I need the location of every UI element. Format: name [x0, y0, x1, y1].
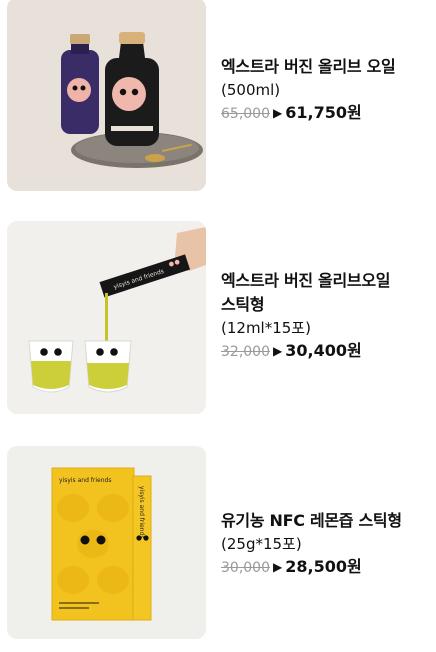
product-name-line-1[interactable]: 엑스트라 버진 올리브오일 — [221, 269, 431, 293]
product-name[interactable]: 유기농 NFC 레몬즙 스틱형 — [221, 509, 431, 533]
sale-price: 61,750원 — [285, 103, 362, 122]
stick-brand-label: yisyis and friends — [138, 486, 145, 538]
product-image-lemon-juice-box[interactable]: yisyis and friends yisyis and friends — [7, 446, 206, 639]
price-row: 65,000 ▶ 61,750원 — [221, 101, 431, 126]
original-price: 32,000 — [221, 344, 270, 360]
product-name[interactable]: 엑스트라 버진 올리브 오일 — [221, 55, 431, 79]
sale-price: 28,500원 — [285, 557, 362, 576]
product-spec: (12ml*15포) — [221, 319, 311, 337]
product-name-line-2[interactable]: 스틱형 — [221, 293, 431, 317]
sale-price: 30,400원 — [285, 341, 362, 360]
original-price: 30,000 — [221, 560, 270, 576]
arrow-icon: ▶ — [273, 344, 283, 358]
product-image-olive-oil-stick[interactable]: yisyis and friends — [7, 221, 206, 414]
box-brand-label: yisyis and friends — [59, 477, 111, 484]
price-row: 32,000 ▶ 30,400원 — [221, 339, 431, 364]
product-spec: (500ml) — [221, 81, 281, 99]
arrow-icon: ▶ — [273, 560, 283, 574]
price-row: 30,000 ▶ 28,500원 — [221, 555, 431, 580]
original-price: 65,000 — [221, 106, 270, 122]
product-image-olive-oil-bottles[interactable] — [7, 0, 206, 191]
product-info-olive-oil: 엑스트라 버진 올리브 오일 (500ml) 65,000 ▶ 61,750원 — [221, 55, 431, 126]
product-info-lemon-juice-stick: 유기농 NFC 레몬즙 스틱형 (25g*15포) 30,000 ▶ 28,500원 — [221, 509, 431, 580]
arrow-icon: ▶ — [273, 106, 283, 120]
product-spec: (25g*15포) — [221, 535, 302, 553]
product-info-olive-oil-stick: 엑스트라 버진 올리브오일 스틱형 (12ml*15포) 32,000 ▶ 30,4… — [221, 269, 431, 364]
